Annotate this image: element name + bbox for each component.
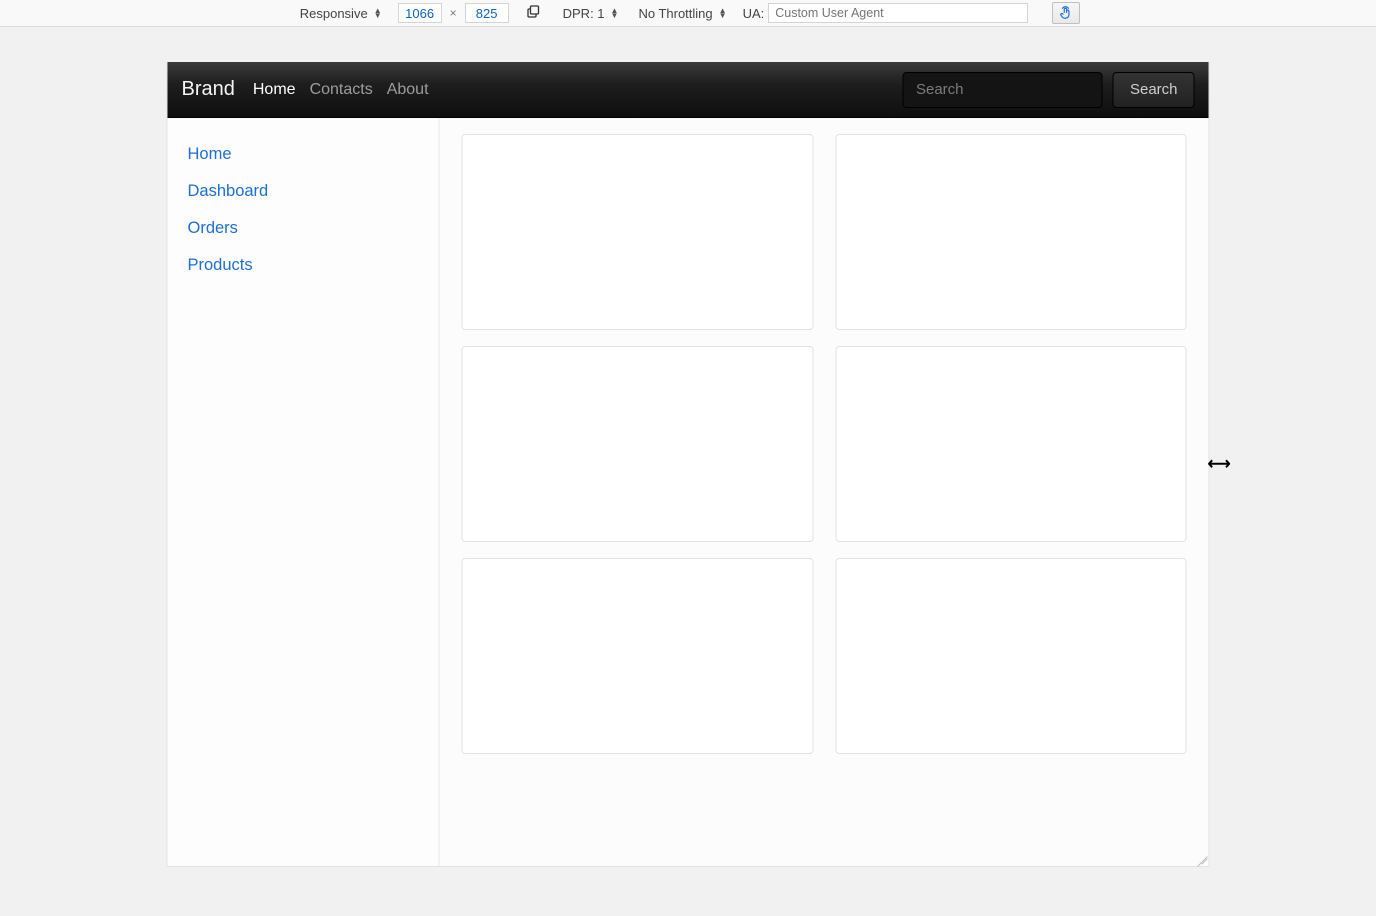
brand-logo[interactable]: Brand (182, 78, 235, 101)
touch-icon (1059, 6, 1073, 20)
user-agent-input[interactable] (768, 3, 1028, 23)
rotate-icon (526, 5, 542, 22)
sidebar: Home Dashboard Orders Products (168, 118, 440, 866)
sidebar-item-products[interactable]: Products (168, 247, 439, 284)
content-card (835, 346, 1187, 542)
content-card (462, 346, 814, 542)
app-navbar: Brand Home Contacts About Search (168, 62, 1209, 118)
device-preset-select[interactable]: Responsive ▲▼ (296, 6, 386, 21)
throttling-select[interactable]: No Throttling ▲▼ (634, 6, 730, 21)
rotate-viewport-button[interactable] (521, 2, 547, 24)
content-card (462, 134, 814, 330)
content-card (835, 134, 1187, 330)
content-card (462, 558, 814, 754)
resize-handle-corner[interactable] (1194, 851, 1208, 865)
sort-arrows-icon: ▲▼ (719, 8, 727, 18)
nav-link-about[interactable]: About (387, 81, 429, 99)
navbar-search: Search (903, 72, 1195, 108)
page-body: Home Dashboard Orders Products (168, 118, 1209, 866)
viewport-size-group: × (398, 3, 509, 23)
content-grid (440, 118, 1209, 866)
throttling-label: No Throttling (638, 6, 712, 21)
sort-arrows-icon: ▲▼ (611, 8, 619, 18)
sidebar-item-dashboard[interactable]: Dashboard (168, 173, 439, 210)
content-card (835, 558, 1187, 754)
sidebar-item-home[interactable]: Home (168, 136, 439, 173)
simulated-viewport: Brand Home Contacts About Search Home Da… (167, 62, 1210, 867)
ua-label: UA: (743, 6, 765, 21)
touch-simulation-button[interactable] (1052, 2, 1080, 24)
viewport-width-input[interactable] (398, 3, 442, 23)
dpr-select[interactable]: DPR: 1 ▲▼ (559, 6, 623, 21)
ua-group: UA: (743, 3, 1029, 23)
dimension-separator: × (446, 6, 461, 20)
nav-link-home[interactable]: Home (253, 81, 296, 99)
device-stage: Brand Home Contacts About Search Home Da… (0, 27, 1376, 916)
responsive-design-toolbar: Responsive ▲▼ × DPR: 1 ▲▼ No Throttling … (0, 0, 1376, 27)
nav-link-contacts[interactable]: Contacts (310, 81, 373, 99)
sidebar-item-orders[interactable]: Orders (168, 210, 439, 247)
resize-handle-right[interactable]: ⟷ (1208, 454, 1229, 474)
dpr-label: DPR: 1 (563, 6, 605, 21)
search-input[interactable] (903, 72, 1103, 108)
viewport-height-input[interactable] (465, 3, 509, 23)
device-preset-label: Responsive (300, 6, 368, 21)
search-button[interactable]: Search (1113, 72, 1195, 108)
navbar-links: Home Contacts About (253, 81, 429, 99)
sort-arrows-icon: ▲▼ (374, 8, 382, 18)
